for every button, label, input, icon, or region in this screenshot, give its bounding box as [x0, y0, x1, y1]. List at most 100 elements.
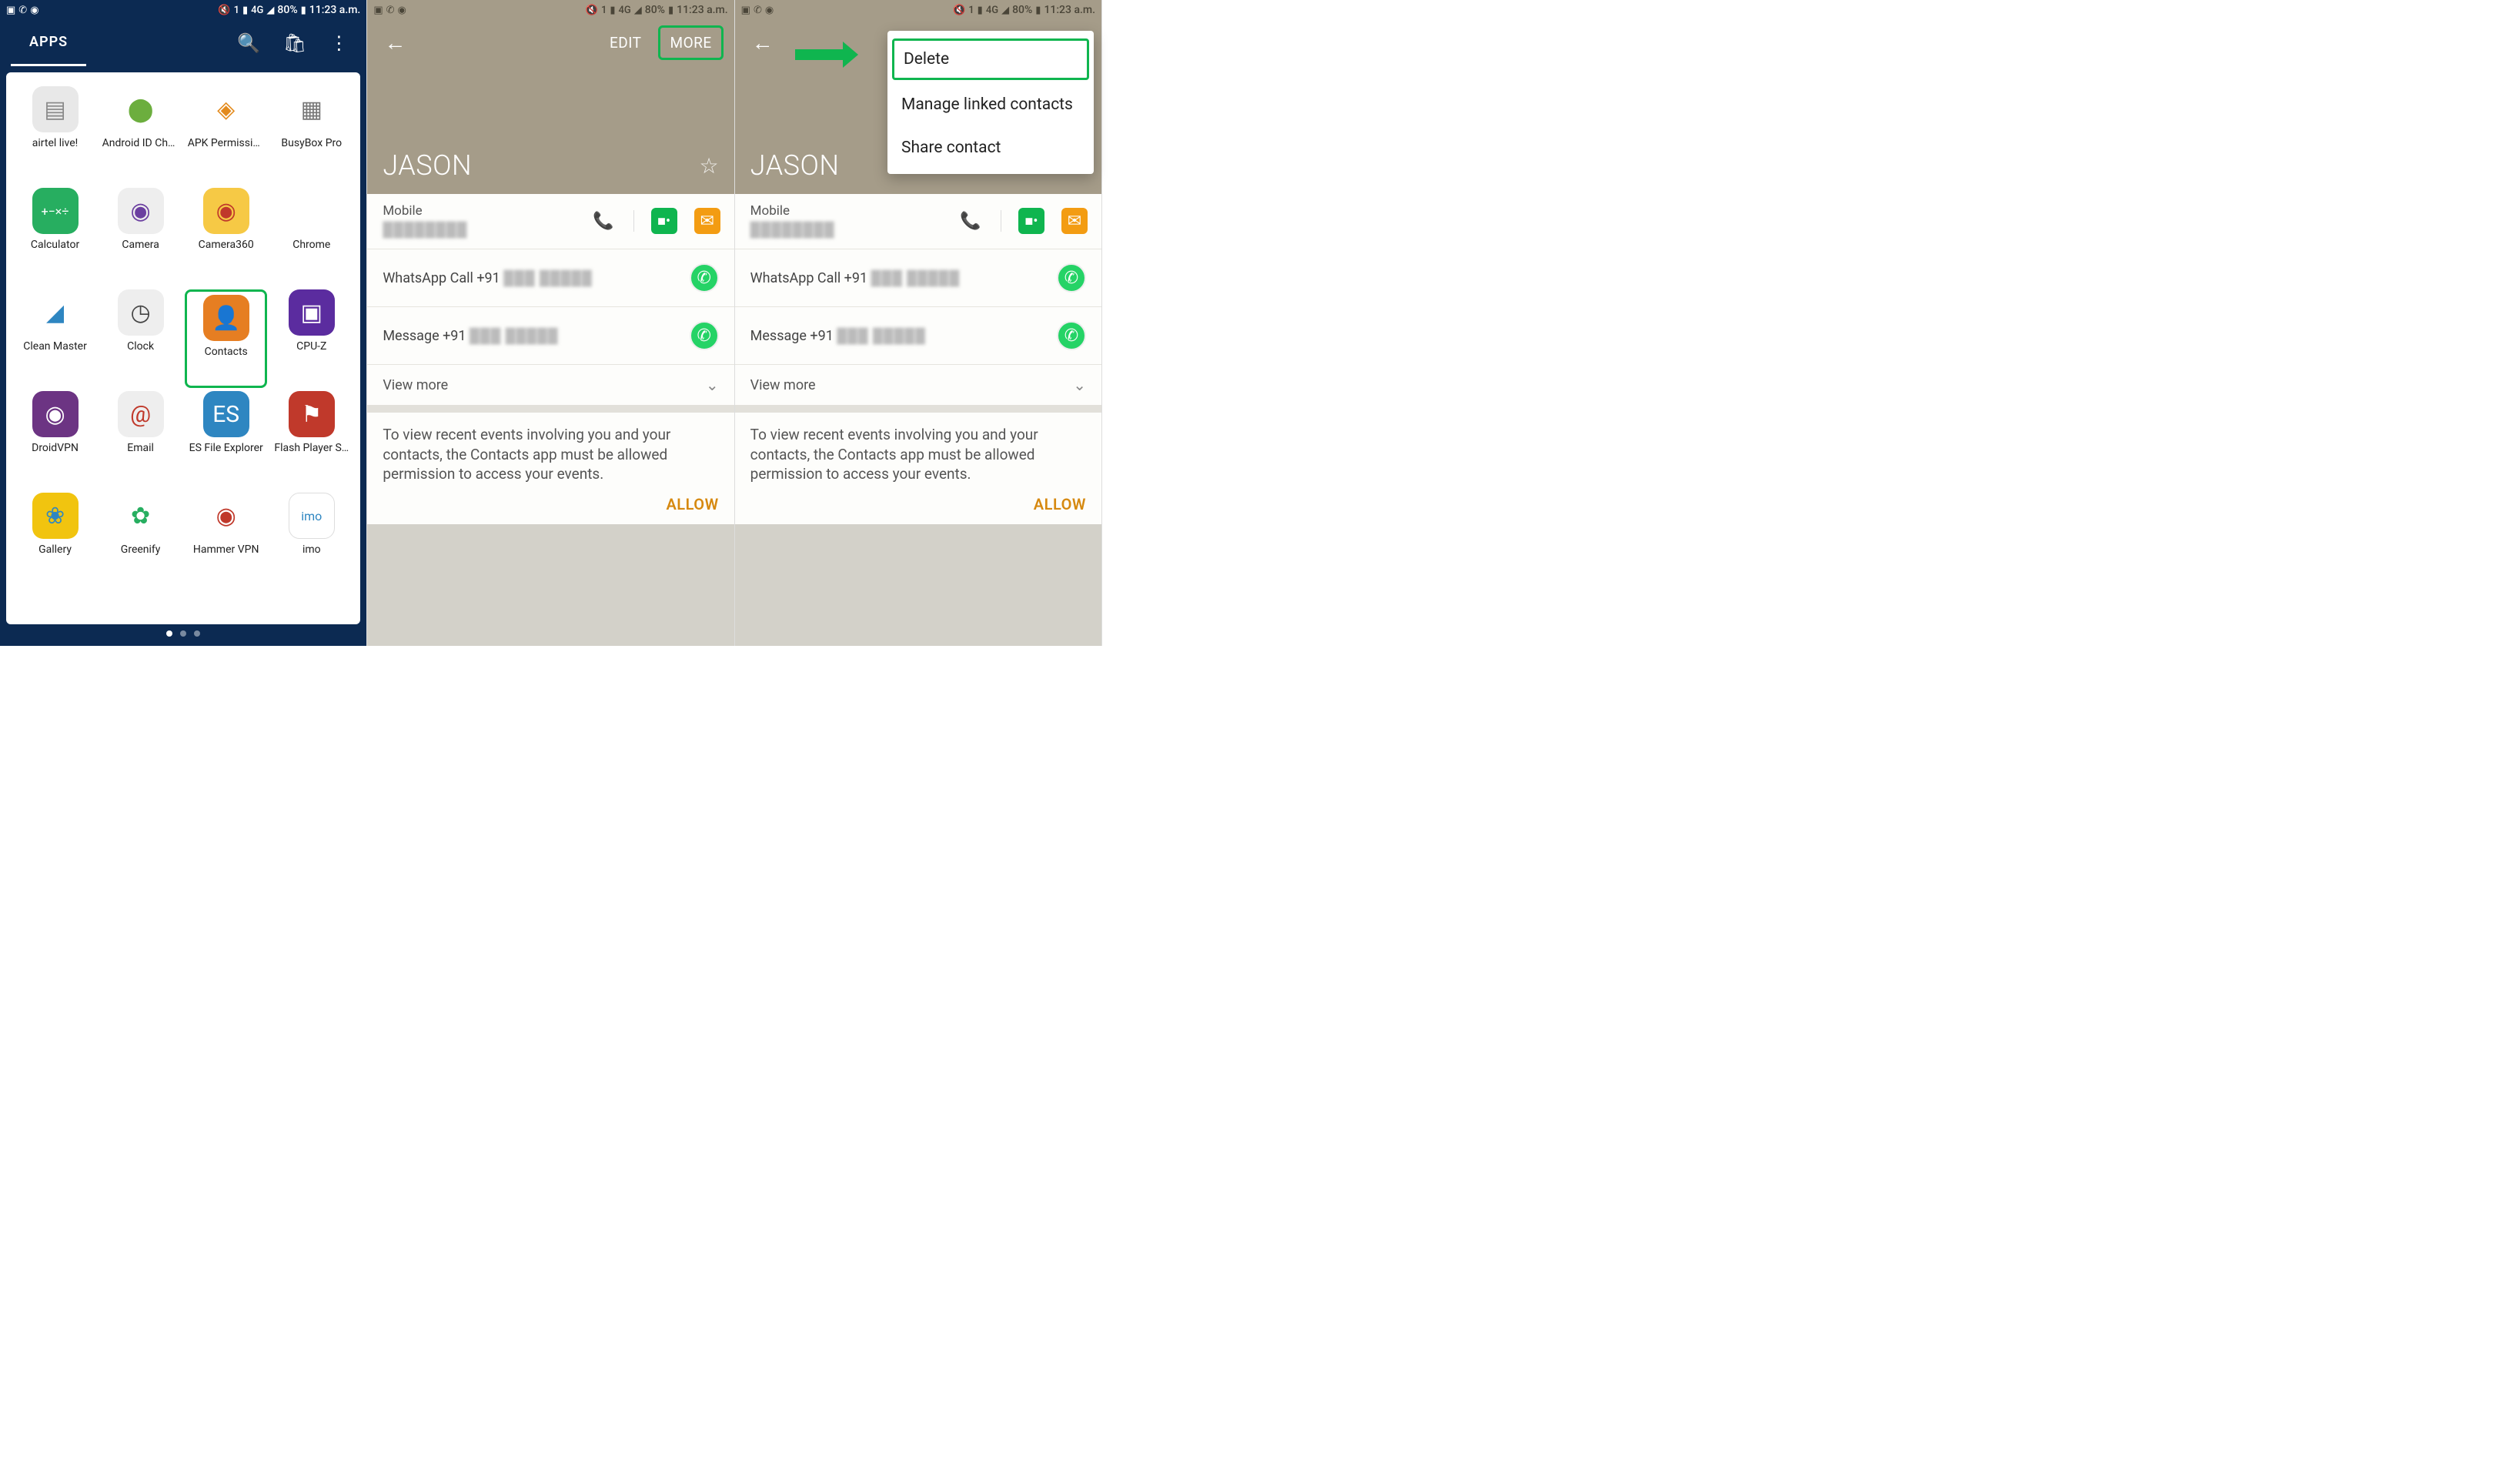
clock-label: 11:23 a.m.	[309, 4, 361, 16]
status-bar: ▣ ✆ ◉ 🔇 1 ▮ 4G ◢ 80% ▮ 11:23 a.m.	[367, 0, 734, 20]
page-dot[interactable]	[166, 630, 172, 637]
back-icon[interactable]: ←	[746, 27, 780, 59]
page-dot[interactable]	[194, 630, 200, 637]
app-camera[interactable]: ◉Camera	[99, 188, 182, 286]
app-clock[interactable]: ◷Clock	[99, 289, 182, 388]
app-icon: ◉	[203, 188, 249, 234]
video-call-icon[interactable]: ■•	[1018, 208, 1044, 234]
view-more-row[interactable]: View more ⌄	[735, 365, 1101, 413]
app-chrome[interactable]: ◯Chrome	[270, 188, 353, 286]
screen-contact-more-menu: ▣ ✆ ◉ 🔇 1 ▮ 4G ◢ 80% ▮ 11:23 a.m. ← JASO…	[735, 0, 1102, 646]
app-hammer-vpn[interactable]: ◉Hammer VPN	[185, 493, 267, 591]
app-label: ES File Explorer	[189, 442, 263, 454]
tab-apps[interactable]: APPS	[11, 20, 86, 67]
whatsapp-message-row[interactable]: Message +91 ███ █████ ✆	[367, 307, 734, 365]
contact-name: JASON	[383, 149, 472, 182]
app-icon: ▣	[289, 289, 335, 336]
app-es-file-explorer[interactable]: ESES File Explorer	[185, 391, 267, 490]
menu-delete[interactable]: Delete	[892, 38, 1089, 80]
call-icon[interactable]: 📞	[590, 208, 617, 234]
clock-label: 11:23 a.m.	[1044, 4, 1095, 16]
notif-icon: ✆	[754, 5, 762, 16]
signal-icon: ◢	[1001, 5, 1009, 16]
allow-button[interactable]: ALLOW	[367, 495, 734, 524]
app-icon: ⬤	[118, 86, 164, 132]
app-icon: ❀	[32, 493, 79, 539]
app-label: Clock	[127, 340, 154, 353]
app-greenify[interactable]: ✿Greenify	[99, 493, 182, 591]
app-label: Android ID Cha…	[102, 137, 179, 149]
contact-info: Mobile ████████ 📞 ■• ✉ WhatsApp Call +91…	[735, 194, 1101, 524]
app-label: Contacts	[205, 346, 248, 358]
network-label: 4G	[986, 5, 998, 16]
app-icon: ✿	[118, 493, 164, 539]
mute-icon: 🔇	[953, 5, 965, 16]
empty-area	[735, 524, 1101, 646]
app-grid[interactable]: ▤airtel live! ⬤ Android ID Cha… ◈APK Permis…	[6, 72, 360, 624]
app-icon: ◉	[203, 493, 249, 539]
view-more-label: View more	[383, 377, 448, 393]
app-cpu-z[interactable]: ▣CPU-Z	[270, 289, 353, 388]
whatsapp-call-row[interactable]: WhatsApp Call +91 ███ █████ ✆	[735, 249, 1101, 307]
search-icon[interactable]: 🔍	[229, 28, 268, 59]
view-more-label: View more	[750, 377, 816, 393]
menu-share-contact[interactable]: Share contact	[887, 126, 1094, 169]
app-airtel-live-[interactable]: ▤airtel live!	[14, 86, 96, 185]
messenger-icon: ◉	[765, 5, 774, 16]
call-icon[interactable]: 📞	[958, 208, 984, 234]
whatsapp-icon[interactable]: ✆	[1057, 321, 1086, 350]
mobile-row[interactable]: Mobile ████████ 📞 ■• ✉	[735, 194, 1101, 249]
permission-prompt: To view recent events involving you and …	[367, 413, 734, 495]
page-dot[interactable]	[180, 630, 186, 637]
app-busybox-pro[interactable]: ▦BusyBox Pro	[270, 86, 353, 185]
battery-pct: 80%	[645, 4, 665, 16]
allow-button[interactable]: ALLOW	[735, 495, 1101, 524]
page-indicator	[6, 624, 360, 640]
permission-text: To view recent events involving you and …	[750, 425, 1086, 484]
message-icon[interactable]: ✉	[694, 208, 720, 234]
whatsapp-call-row[interactable]: WhatsApp Call +91 ███ █████ ✆	[367, 249, 734, 307]
app-android-id-cha-[interactable]: ⬤ Android ID Cha…	[99, 86, 182, 185]
whatsapp-msg-label: Message +91	[750, 328, 834, 344]
message-icon[interactable]: ✉	[1061, 208, 1088, 234]
contact-info: Mobile ████████ 📞 ■• ✉ WhatsApp Call +91…	[367, 194, 734, 524]
sim-icon: 1	[968, 5, 974, 16]
app-camera360[interactable]: ◉Camera360	[185, 188, 267, 286]
whatsapp-icon[interactable]: ✆	[690, 263, 719, 293]
app-imo[interactable]: imoimo	[270, 493, 353, 591]
whatsapp-msg-label: Message +91	[383, 328, 466, 344]
signal-icon: ◢	[634, 5, 642, 16]
chevron-down-icon: ⌄	[1073, 376, 1086, 394]
app-flash-player-s-[interactable]: ⚑Flash Player S…	[270, 391, 353, 490]
whatsapp-message-row[interactable]: Message +91 ███ █████ ✆	[735, 307, 1101, 365]
overflow-icon[interactable]: ⋮	[322, 28, 356, 59]
app-apk-permissio-[interactable]: ◈APK Permissio…	[185, 86, 267, 185]
clock-label: 11:23 a.m.	[677, 4, 728, 16]
screen-app-drawer: ▣ ✆ ◉ 🔇 1 ▮ 4G ◢ 80% ▮ 11:23 a.m. APPS 🔍…	[0, 0, 367, 646]
notif-icon: ▣	[741, 5, 750, 16]
app-contacts[interactable]: 👤Contacts	[185, 289, 267, 388]
view-more-row[interactable]: View more ⌄	[367, 365, 734, 413]
network-label: 4G	[251, 5, 263, 16]
menu-manage-linked[interactable]: Manage linked contacts	[887, 83, 1094, 126]
app-droidvpn[interactable]: ◉DroidVPN	[14, 391, 96, 490]
app-icon: ◢	[32, 289, 79, 336]
app-label: DroidVPN	[32, 442, 79, 454]
app-gallery[interactable]: ❀Gallery	[14, 493, 96, 591]
favorite-star-icon[interactable]: ☆	[700, 153, 719, 179]
app-email[interactable]: @Email	[99, 391, 182, 490]
app-label: Clean Master	[23, 340, 87, 353]
back-icon[interactable]: ←	[378, 27, 412, 59]
app-calculator[interactable]: +−×÷Calculator	[14, 188, 96, 286]
mobile-row[interactable]: Mobile ████████ 📞 ■• ✉	[367, 194, 734, 249]
video-call-icon[interactable]: ■•	[651, 208, 677, 234]
store-icon[interactable]: 🛍	[276, 28, 314, 59]
edit-button[interactable]: EDIT	[600, 28, 651, 58]
app-icon: @	[118, 391, 164, 437]
whatsapp-icon[interactable]: ✆	[1057, 263, 1086, 293]
whatsapp-icon[interactable]: ✆	[690, 321, 719, 350]
app-clean-master[interactable]: ◢ Clean Master	[14, 289, 96, 388]
status-bar: ▣ ✆ ◉ 🔇 1 ▮ 4G ◢ 80% ▮ 11:23 a.m.	[0, 0, 366, 20]
more-button[interactable]: MORE	[658, 25, 723, 60]
signal-icon: ▮	[978, 5, 983, 16]
